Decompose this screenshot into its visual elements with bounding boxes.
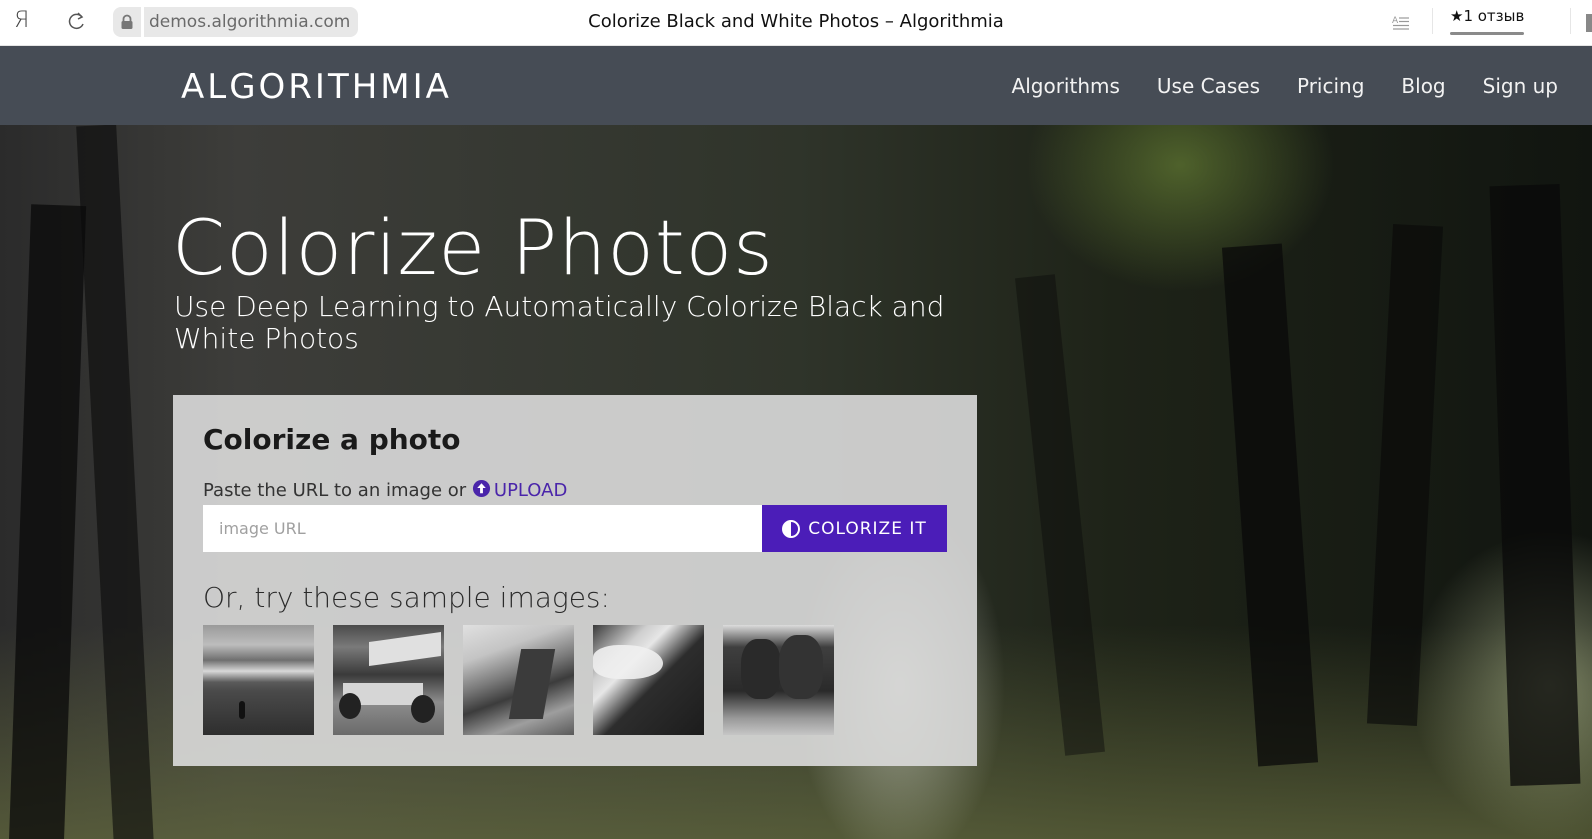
main-nav: Algorithms Use Cases Pricing Blog Sign u… bbox=[1012, 73, 1558, 99]
hero-background: Colorize Photos Use Deep Learning to Aut… bbox=[0, 125, 1592, 839]
cow bbox=[741, 639, 781, 699]
reviews-underline bbox=[1450, 32, 1525, 35]
colorize-card: Colorize a photo Paste the URL to an ima… bbox=[173, 395, 977, 766]
toolbar-divider bbox=[1432, 8, 1433, 34]
samples-heading: Or, try these sample images: bbox=[203, 581, 610, 614]
flame bbox=[593, 645, 663, 679]
url-prompt: Paste the URL to an image or UPLOAD bbox=[203, 479, 567, 501]
site-header: ALGORITHMIA Algorithms Use Cases Pricing… bbox=[0, 46, 1592, 125]
heron-silhouette bbox=[239, 701, 245, 719]
car-wheel bbox=[339, 693, 361, 719]
tree-trunk bbox=[8, 204, 87, 839]
sample-image-cows[interactable] bbox=[723, 625, 834, 735]
contrast-icon bbox=[782, 519, 801, 538]
car-wheel bbox=[411, 695, 435, 723]
nav-algorithms[interactable]: Algorithms bbox=[1012, 73, 1120, 99]
image-url-input[interactable] bbox=[203, 505, 763, 552]
nav-sign-up[interactable]: Sign up bbox=[1483, 73, 1558, 99]
tab-title: Colorize Black and White Photos – Algori… bbox=[588, 11, 1004, 32]
car-wing bbox=[369, 631, 441, 667]
sample-image-race-car[interactable] bbox=[333, 625, 444, 735]
hero-title: Colorize Photos bbox=[172, 203, 774, 292]
browser-toolbar: Я demos.algorithmia.com Colorize Black a… bbox=[0, 0, 1592, 46]
nav-pricing[interactable]: Pricing bbox=[1297, 73, 1364, 99]
sidebar-toggle-icon[interactable] bbox=[1586, 14, 1592, 32]
sample-image-fire-breather[interactable] bbox=[593, 625, 704, 735]
hero-subtitle: Use Deep Learning to Automatically Color… bbox=[174, 290, 945, 355]
toolbar-divider bbox=[1570, 8, 1571, 34]
dome-rock bbox=[508, 649, 556, 719]
tree-trunk bbox=[1015, 274, 1105, 756]
url-prompt-text: Paste the URL to an image or bbox=[203, 480, 467, 501]
upload-icon bbox=[472, 479, 490, 498]
tree-trunk bbox=[1366, 224, 1444, 726]
tree-trunk bbox=[1221, 243, 1319, 767]
reader-mode-icon[interactable]: A bbox=[1392, 13, 1410, 31]
nav-use-cases[interactable]: Use Cases bbox=[1157, 73, 1260, 99]
svg-text:A: A bbox=[1392, 16, 1399, 26]
cow bbox=[779, 635, 823, 699]
reviews-button[interactable]: ★1 отзыв bbox=[1450, 6, 1525, 35]
sample-image-half-dome[interactable] bbox=[463, 625, 574, 735]
upload-label: UPLOAD bbox=[493, 480, 568, 501]
algorithmia-logo[interactable]: ALGORITHMIA bbox=[181, 69, 452, 105]
colorize-button[interactable]: COLORIZE IT bbox=[762, 505, 947, 552]
upload-link[interactable]: UPLOAD bbox=[472, 479, 568, 501]
card-title: Colorize a photo bbox=[203, 423, 461, 456]
sample-images bbox=[203, 625, 834, 735]
nav-blog[interactable]: Blog bbox=[1401, 73, 1445, 99]
sample-image-heron[interactable] bbox=[203, 625, 314, 735]
colorize-button-label: COLORIZE IT bbox=[808, 518, 927, 539]
reviews-label: ★1 отзыв bbox=[1450, 7, 1525, 25]
tree-trunk bbox=[1489, 183, 1581, 787]
tree-trunk bbox=[76, 125, 154, 839]
